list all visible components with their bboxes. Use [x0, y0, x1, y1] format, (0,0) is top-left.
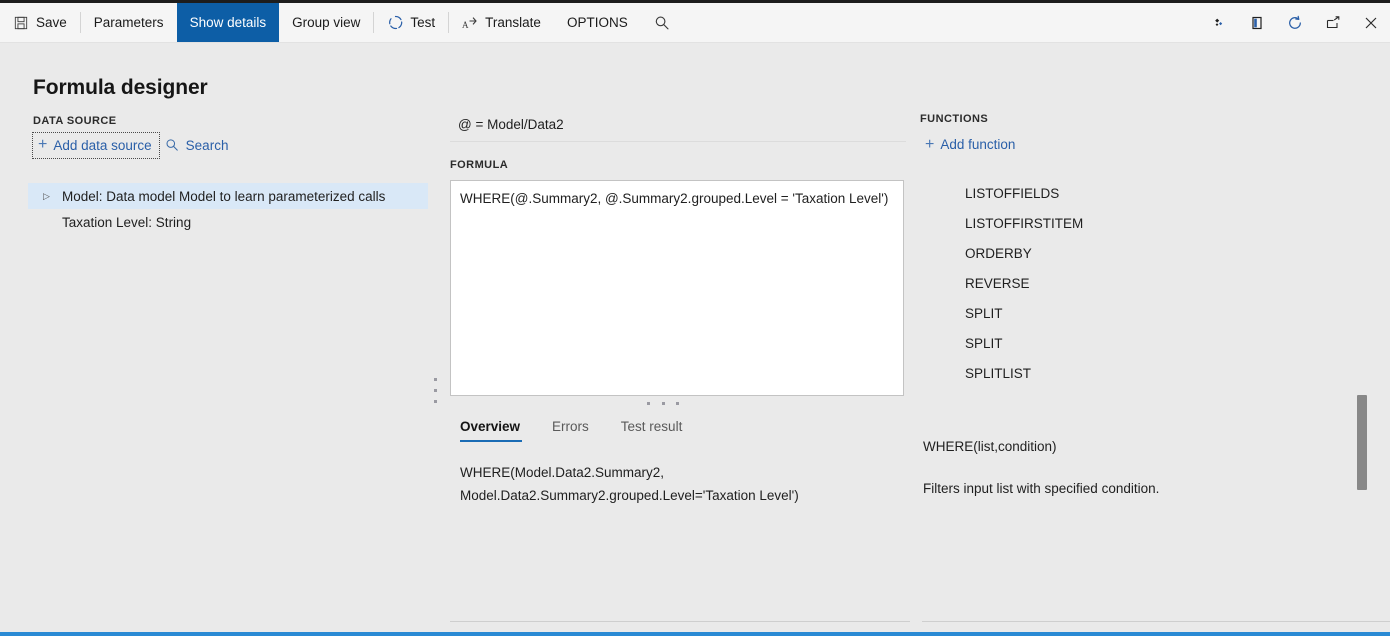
- tab-overview-label: Overview: [460, 419, 521, 434]
- splitter-dot: [676, 401, 679, 405]
- show-details-button-label: Show details: [189, 15, 267, 30]
- right-bottom-divider: [922, 621, 1390, 622]
- data-source-section-label: DATA SOURCE: [33, 115, 117, 127]
- search-button[interactable]: [641, 3, 683, 42]
- functions-scrollbar-thumb[interactable]: [1357, 395, 1367, 490]
- function-item-label: LISTOFFIRSTITEM: [965, 215, 1084, 231]
- function-item-label: REVERSE: [965, 275, 1030, 291]
- tree-item-taxation-level[interactable]: ▷ Taxation Level: String: [28, 209, 428, 235]
- tab-errors[interactable]: Errors: [536, 415, 605, 442]
- formula-editor[interactable]: [450, 180, 904, 396]
- functions-list[interactable]: LISTOFFIELDS LISTOFFIRSTITEM ORDERBY REV…: [920, 178, 1370, 393]
- add-function-row: + Add function: [920, 132, 1022, 157]
- bottom-accent-bar: [0, 632, 1390, 636]
- tab-test-result-label: Test result: [620, 419, 683, 434]
- function-signature: WHERE(list,condition): [923, 439, 1057, 454]
- group-view-button-label: Group view: [292, 15, 361, 30]
- function-item[interactable]: SPLITLIST: [920, 358, 1370, 388]
- translate-icon: A: [462, 15, 478, 31]
- functions-pane: FUNCTIONS + Add function LISTOFFIELDS LI…: [920, 43, 1390, 636]
- save-button[interactable]: Save: [0, 3, 80, 42]
- popout-button[interactable]: [1314, 3, 1352, 42]
- data-source-actions: + Add data source Search: [32, 131, 236, 159]
- page-body: Formula designer DATA SOURCE + Add data …: [0, 43, 1390, 636]
- function-item-label: SPLITLIST: [965, 365, 1032, 381]
- function-item[interactable]: REVERSE: [920, 268, 1370, 298]
- function-item-label: SPLIT: [965, 335, 1003, 351]
- function-item[interactable]: ORDERBY: [920, 238, 1370, 268]
- book-icon: [1249, 15, 1265, 31]
- add-data-source-button[interactable]: + Add data source: [32, 131, 160, 159]
- splitter-dot: [434, 378, 437, 381]
- search-data-source-label: Search: [185, 137, 229, 153]
- command-bar: Save Parameters Show details Group view …: [0, 3, 1390, 43]
- test-button[interactable]: Test: [374, 3, 448, 42]
- function-item[interactable]: SPLIT: [920, 298, 1370, 328]
- close-icon: [1363, 15, 1379, 31]
- search-data-source-button[interactable]: Search: [159, 132, 236, 158]
- function-description: Filters input list with specified condit…: [923, 481, 1160, 496]
- add-function-label: Add function: [940, 137, 1016, 152]
- splitter-dot: [647, 401, 650, 405]
- save-icon: [13, 15, 29, 31]
- refresh-icon: [1287, 15, 1303, 31]
- result-tabs: Overview Errors Test result: [450, 415, 698, 442]
- translate-button-label: Translate: [485, 15, 541, 30]
- function-item[interactable]: LISTOFFIRSTITEM: [920, 208, 1370, 238]
- functions-section-label: FUNCTIONS: [920, 113, 989, 125]
- binding-path-row: @ = Model/Data2: [450, 113, 906, 142]
- formula-section-label: FORMULA: [450, 159, 509, 171]
- parameters-button-label: Parameters: [93, 15, 164, 30]
- options-button[interactable]: OPTIONS: [554, 3, 641, 42]
- open-in-new-icon: [1325, 15, 1341, 31]
- function-item-label: LISTOFFIELDS: [965, 185, 1060, 201]
- tree-item-model[interactable]: ▷ Model: Data model Model to learn param…: [28, 183, 428, 209]
- command-bar-spacer: [683, 3, 1200, 42]
- function-item[interactable]: SPLIT: [920, 328, 1370, 358]
- svg-text:A: A: [462, 20, 469, 30]
- add-data-source-label: Add data source: [53, 137, 152, 153]
- tab-errors-label: Errors: [552, 419, 589, 434]
- data-source-pane: DATA SOURCE + Add data source Search ▷ M…: [0, 43, 428, 636]
- diamond-settings-icon: [1211, 15, 1227, 31]
- splitter-dot: [434, 400, 437, 403]
- group-view-button[interactable]: Group view: [279, 3, 373, 42]
- spinner-icon: [387, 15, 403, 31]
- functions-scrollbar[interactable]: [1357, 258, 1368, 490]
- search-icon: [164, 137, 180, 153]
- function-item[interactable]: SPLITLISTBYLIMIT: [920, 388, 1370, 393]
- save-button-label: Save: [36, 15, 67, 30]
- function-item[interactable]: LISTOFFIELDS: [920, 178, 1370, 208]
- center-bottom-divider: [450, 621, 910, 622]
- tab-overview[interactable]: Overview: [450, 415, 536, 442]
- help-button[interactable]: [1238, 3, 1276, 42]
- settings-button[interactable]: [1200, 3, 1238, 42]
- parameters-button[interactable]: Parameters: [81, 3, 177, 42]
- plus-icon: +: [925, 135, 935, 153]
- search-icon: [654, 15, 670, 31]
- command-bar-left-group: Save Parameters Show details Group view …: [0, 3, 683, 42]
- function-item-label: SPLIT: [965, 305, 1003, 321]
- plus-icon: +: [38, 136, 48, 153]
- close-button[interactable]: [1352, 3, 1390, 42]
- tree-item-label: Model: Data model Model to learn paramet…: [62, 188, 386, 204]
- tab-test-result[interactable]: Test result: [605, 415, 699, 442]
- command-bar-right-group: [1200, 3, 1390, 42]
- tree-item-label: Taxation Level: String: [62, 214, 192, 230]
- refresh-button[interactable]: [1276, 3, 1314, 42]
- show-details-button[interactable]: Show details: [176, 3, 280, 42]
- options-button-label: OPTIONS: [566, 15, 628, 30]
- splitter-dot: [661, 401, 665, 405]
- vertical-splitter-handle[interactable]: [432, 378, 439, 403]
- chevron-right-icon[interactable]: ▷: [38, 191, 62, 202]
- horizontal-splitter-handle[interactable]: [647, 399, 679, 407]
- translate-button[interactable]: A Translate: [449, 3, 554, 42]
- data-source-tree: ▷ Model: Data model Model to learn param…: [28, 183, 428, 235]
- test-button-label: Test: [410, 15, 436, 30]
- formula-pane: @ = Model/Data2 FORMULA Overview Errors …: [450, 43, 910, 636]
- splitter-dot: [434, 389, 437, 392]
- overview-content: WHERE(Model.Data2.Summary2, Model.Data2.…: [460, 465, 799, 504]
- function-item-label: ORDERBY: [965, 245, 1032, 261]
- add-function-button[interactable]: + Add function: [920, 132, 1022, 157]
